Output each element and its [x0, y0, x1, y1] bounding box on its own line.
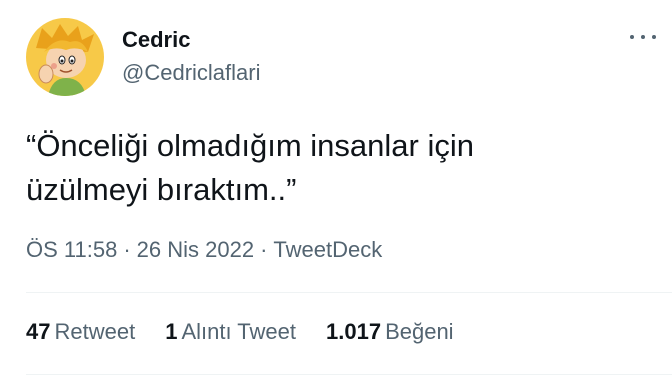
- divider: [26, 374, 672, 375]
- retweet-label: Retweet: [54, 319, 136, 344]
- like-count-link[interactable]: 1.017 Beğeni: [326, 318, 454, 346]
- more-dot: [641, 35, 645, 39]
- meta-separator: ·: [260, 237, 268, 262]
- more-options-icon[interactable]: [630, 30, 656, 44]
- quote-count-link[interactable]: 1 Alıntı Tweet: [165, 318, 296, 346]
- like-label: Beğeni: [385, 319, 454, 344]
- quote-label: Alıntı Tweet: [181, 319, 296, 344]
- tweet-card: Cedric @Cedriclaflari “Önceliği olmadığı…: [0, 0, 672, 378]
- retweet-count: 47: [26, 319, 51, 344]
- author-display-name[interactable]: Cedric: [122, 26, 260, 54]
- retweet-count-link[interactable]: 47 Retweet: [26, 318, 135, 346]
- author-handle[interactable]: @Cedriclaflari: [122, 59, 260, 87]
- meta-separator: ·: [123, 237, 131, 262]
- more-dot: [652, 35, 656, 39]
- tweet-date[interactable]: 26 Nis 2022: [137, 237, 254, 262]
- tweet-source[interactable]: TweetDeck: [273, 237, 382, 262]
- tweet-meta: ÖS 11:58 · 26 Nis 2022 · TweetDeck: [26, 236, 382, 264]
- engagement-stats: 47 Retweet 1 Alıntı Tweet 1.017 Beğeni: [26, 318, 484, 346]
- author-block: Cedric @Cedriclaflari: [122, 26, 260, 87]
- cartoon-boy-avatar-icon: [26, 18, 104, 96]
- divider: [26, 292, 672, 293]
- avatar[interactable]: [26, 18, 104, 96]
- quote-count: 1: [165, 319, 178, 344]
- more-dot: [630, 35, 634, 39]
- tweet-text: “Önceliği olmadığım insanlar için üzülme…: [26, 128, 474, 207]
- tweet-time[interactable]: ÖS 11:58: [26, 237, 117, 262]
- like-count: 1.017: [326, 319, 382, 344]
